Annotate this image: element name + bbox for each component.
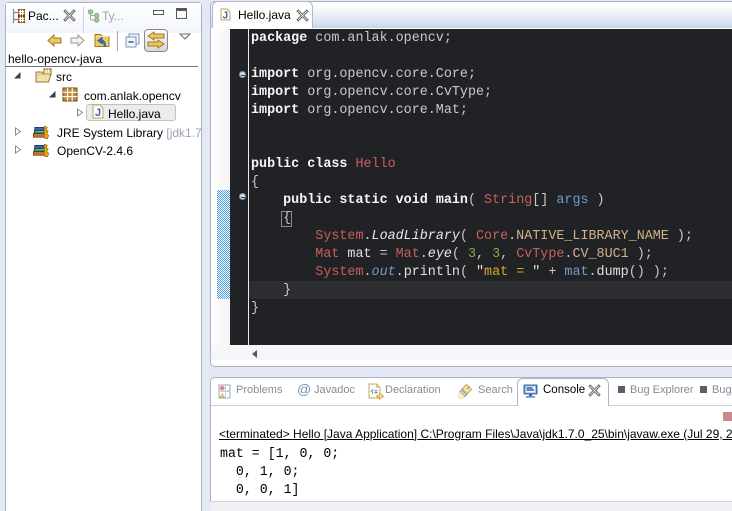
svg-text:J: J: [95, 107, 101, 119]
svg-text:J: J: [223, 11, 229, 22]
